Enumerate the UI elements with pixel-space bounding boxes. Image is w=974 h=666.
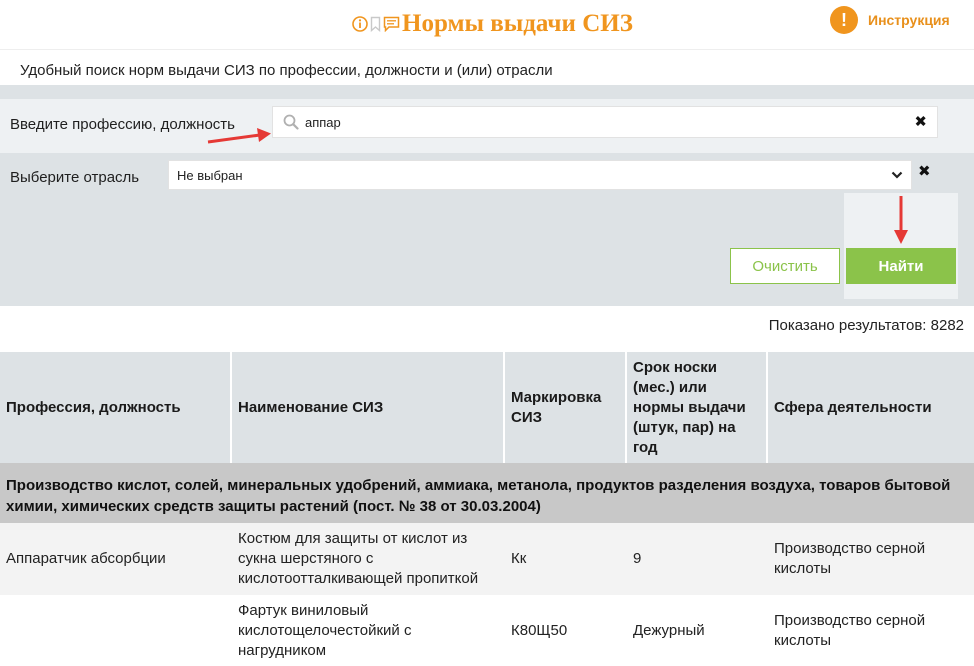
results-count: Показано результатов: 8282 <box>768 317 964 334</box>
profession-input[interactable] <box>305 114 905 130</box>
profession-input-box[interactable]: ✖ <box>272 106 938 138</box>
table-row[interactable]: Аппаратчик абсорбции Костюм для защиты о… <box>0 523 974 595</box>
comment-icon[interactable] <box>383 16 400 32</box>
table-header: Профессия, должность Наименование СИЗ Ма… <box>0 352 974 463</box>
profession-label: Введите профессию, должность <box>10 116 235 133</box>
cell-industry: Производство серной кислоты <box>774 540 926 577</box>
find-button[interactable]: Найти <box>846 248 956 284</box>
cell-marking: К80Щ50 <box>511 622 568 639</box>
profession-clear-icon[interactable]: ✖ <box>914 115 927 130</box>
header: Нормы выдачи СИЗ ! Инструкция <box>0 0 974 50</box>
clear-button[interactable]: Очистить <box>730 248 840 284</box>
search-icon <box>283 114 299 130</box>
column-header-industry: Сфера деятельности <box>774 398 932 416</box>
table-group-row: Производство кислот, солей, минеральных … <box>0 463 974 523</box>
cell-profession <box>0 595 232 666</box>
table-row[interactable]: Фартук виниловый кислотощелочестойкий с … <box>0 595 974 666</box>
column-header-profession: Профессия, должность <box>0 352 232 463</box>
industry-clear-icon[interactable]: ✖ <box>918 164 931 179</box>
results-table: Профессия, должность Наименование СИЗ Ма… <box>0 352 974 666</box>
title-icons <box>352 16 400 32</box>
cell-wear-period: 9 <box>633 550 642 567</box>
industry-select[interactable]: Не выбран <box>168 160 912 190</box>
chevron-down-icon[interactable] <box>891 170 903 180</box>
bookmark-icon[interactable] <box>370 16 381 32</box>
column-header-wear-period: Срок носки (мес.) или нормы выдачи (штук… <box>627 352 768 463</box>
cell-ppe-name: Фартук виниловый кислотощелочестойкий с … <box>238 602 412 659</box>
search-panel: Введите профессию, должность ✖ Выберите … <box>0 85 974 306</box>
cell-wear-period: Дежурный <box>633 622 705 639</box>
page-title: Нормы выдачи СИЗ <box>402 10 633 37</box>
cell-profession: Аппаратчик абсорбции <box>6 550 166 567</box>
column-header-ppe-name: Наименование СИЗ <box>232 352 505 463</box>
info-icon[interactable] <box>352 16 368 32</box>
instruction-link[interactable]: ! Инструкция <box>830 6 950 34</box>
title-area: Нормы выдачи СИЗ <box>352 8 633 40</box>
industry-selected-value: Не выбран <box>177 167 243 183</box>
cell-industry: Производство серной кислоты <box>774 612 926 649</box>
page-subtitle: Удобный поиск норм выдачи СИЗ по професс… <box>20 62 553 79</box>
industry-label: Выберите отрасль <box>10 169 140 186</box>
instruction-label: Инструкция <box>868 12 950 28</box>
cell-ppe-name: Костюм для защиты от кислот из сукна шер… <box>238 530 479 587</box>
exclamation-icon: ! <box>830 6 858 34</box>
column-header-marking: Маркировка СИЗ <box>505 352 627 463</box>
cell-marking: Кк <box>511 550 527 567</box>
